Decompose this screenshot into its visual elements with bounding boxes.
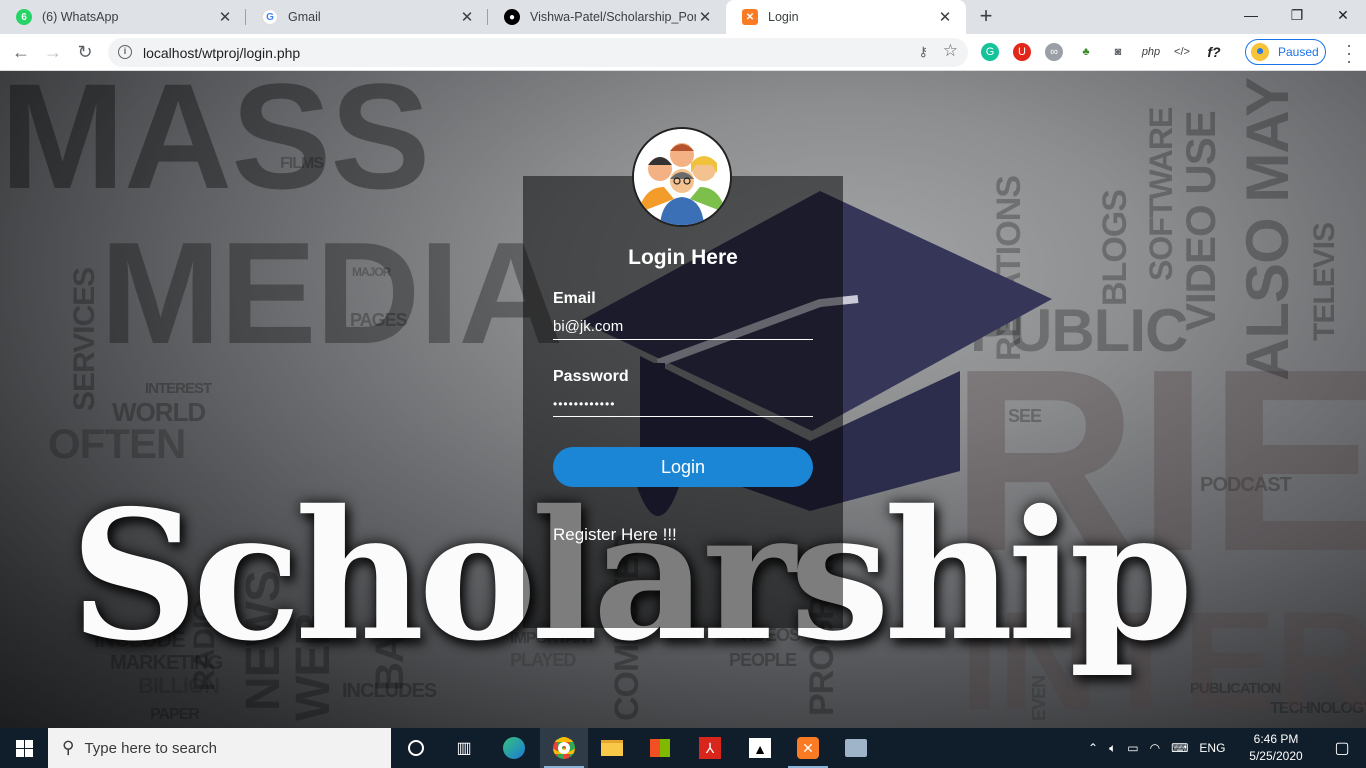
camera-icon[interactable]: ◙ — [1109, 43, 1127, 61]
tab-strip: 6 (6) WhatsApp ✕ G Gmail ✕ ● Vishwa-Pate… — [0, 0, 1366, 34]
language-indicator[interactable]: ENG — [1199, 741, 1225, 755]
grammarly-icon[interactable]: G — [981, 43, 999, 61]
browser-toolbar: ← → ↻ i localhost/wtproj/login.php ⚷ ☆ G… — [0, 34, 1366, 71]
tab-title: Gmail — [288, 10, 321, 24]
forward-button[interactable]: → — [40, 40, 66, 66]
fquestion-extension-icon[interactable]: f? — [1204, 43, 1224, 61]
minimize-button[interactable]: — — [1228, 0, 1274, 30]
tab-title: Login — [768, 10, 799, 24]
xampp-icon[interactable]: ✕ — [784, 728, 832, 768]
volume-icon[interactable]: 🔈︎ — [1109, 741, 1116, 756]
key-icon[interactable]: ⚷ — [918, 44, 928, 60]
url-text[interactable]: localhost/wtproj/login.php — [143, 45, 300, 61]
php-extension-icon[interactable]: php — [1139, 43, 1163, 61]
clock-time: 6:46 PM — [1253, 732, 1299, 746]
tab-title: (6) WhatsApp — [42, 10, 119, 24]
login-title: Login Here — [628, 246, 738, 269]
edge-icon[interactable] — [490, 728, 538, 768]
maximize-button[interactable]: ❐ — [1274, 0, 1320, 30]
login-button[interactable]: Login — [553, 447, 813, 487]
tab-gmail[interactable]: G Gmail ✕ — [246, 0, 488, 34]
close-tab-icon[interactable]: ✕ — [458, 8, 476, 26]
tab-whatsapp[interactable]: 6 (6) WhatsApp ✕ — [0, 0, 246, 34]
wifi-icon[interactable]: ◠ — [1150, 741, 1160, 755]
email-field[interactable] — [553, 314, 813, 340]
ublock-icon[interactable]: U — [1013, 43, 1031, 61]
file-explorer-icon[interactable] — [588, 728, 636, 768]
notifications-icon[interactable]: ▢ — [1318, 728, 1366, 768]
windows-taskbar: ⚲ Type here to search ▥ ⅄ ▲ ✕ ⌃ 🔈︎ ▭ ◠ ⌨… — [0, 728, 1366, 768]
users-avatar-icon — [632, 127, 732, 227]
tab-github[interactable]: ● Vishwa-Patel/Scholarship_Portal: ✕ — [488, 0, 726, 34]
chevron-up-icon[interactable]: ⌃ — [1088, 741, 1098, 755]
info-icon[interactable]: i — [118, 45, 132, 59]
task-view-icon[interactable]: ▥ — [440, 728, 488, 768]
store-icon[interactable] — [636, 728, 684, 768]
github-icon: ● — [504, 9, 520, 25]
windows-logo-icon — [15, 739, 33, 757]
paused-label: Paused — [1278, 45, 1319, 59]
photos-icon[interactable]: ▲ — [736, 728, 784, 768]
clock-date: 5/25/2020 — [1249, 749, 1303, 763]
system-tray: ⌃ 🔈︎ ▭ ◠ ⌨︎ ENG — [1088, 728, 1225, 768]
bookmark-star-icon[interactable]: ☆ — [943, 41, 958, 61]
close-tab-icon[interactable]: ✕ — [216, 8, 234, 26]
avatar: ☻ — [1251, 43, 1269, 61]
tab-login[interactable]: ✕ Login ✕ — [726, 0, 966, 34]
email-label: Email — [553, 290, 596, 307]
password-field[interactable] — [553, 391, 813, 417]
tab-title: Vishwa-Patel/Scholarship_Portal: — [530, 10, 696, 24]
chrome-icon[interactable] — [540, 728, 588, 768]
link-icon[interactable]: ∞ — [1045, 43, 1063, 61]
close-tab-icon[interactable]: ✕ — [696, 8, 714, 26]
keyboard-icon[interactable]: ⌨︎ — [1171, 741, 1188, 755]
whatsapp-icon: 6 — [16, 9, 32, 25]
xampp-icon: ✕ — [742, 9, 758, 25]
taskbar-search-box[interactable]: ⚲ Type here to search — [48, 728, 391, 768]
network-icon[interactable] — [832, 728, 880, 768]
search-icon: ⚲ — [62, 738, 75, 757]
tree-icon[interactable]: ♣ — [1077, 43, 1095, 61]
battery-icon[interactable]: ▭ — [1127, 741, 1138, 755]
close-tab-icon[interactable]: ✕ — [936, 8, 954, 26]
close-window-button[interactable]: ✕ — [1320, 0, 1366, 30]
acrobat-icon[interactable]: ⅄ — [686, 728, 734, 768]
page-viewport: MASS MEDIA FILMS INTEREST WORLD OFTEN PA… — [0, 71, 1366, 728]
search-placeholder: Type here to search — [84, 739, 218, 757]
register-link[interactable]: Register Here !!! — [553, 525, 677, 545]
new-tab-button[interactable]: + — [974, 5, 998, 29]
code-icon[interactable]: </> — [1172, 43, 1192, 61]
cortana-icon[interactable] — [392, 728, 440, 768]
windows-start-button[interactable] — [0, 728, 48, 768]
back-button[interactable]: ← — [8, 40, 34, 66]
google-icon: G — [262, 9, 278, 25]
profile-paused-button[interactable]: ☻ Paused — [1245, 39, 1326, 65]
users-group-icon — [634, 129, 730, 225]
taskbar-clock[interactable]: 6:46 PM 5/25/2020 — [1248, 731, 1304, 765]
password-label: Password — [553, 368, 629, 385]
chrome-menu-icon[interactable]: · · · — [1342, 36, 1356, 70]
reload-button[interactable]: ↻ — [72, 40, 98, 66]
address-bar[interactable]: i localhost/wtproj/login.php ⚷ ☆ — [108, 38, 968, 67]
